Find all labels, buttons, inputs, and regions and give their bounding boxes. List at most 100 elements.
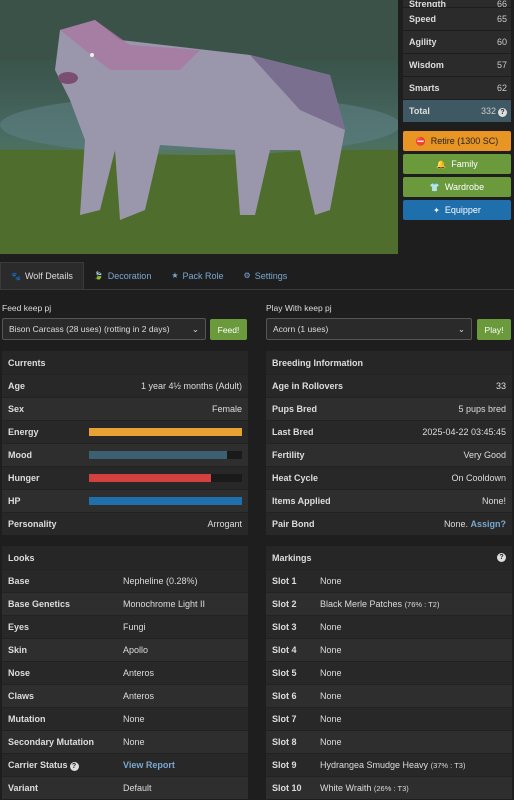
row-label: Claws xyxy=(8,691,35,701)
help-icon[interactable]: ? xyxy=(497,553,506,562)
family-button[interactable]: 🔔 Family xyxy=(403,154,511,174)
looks-row: Base Nepheline (0.28%) xyxy=(2,569,248,592)
row-label: Slot 2 xyxy=(272,599,297,609)
retire-label: Retire (1300 SC) xyxy=(430,136,499,146)
looks-panel: Looks Base Nepheline (0.28%) Base Genetic… xyxy=(2,546,248,799)
tab-settings[interactable]: ⚙ Settings xyxy=(234,262,298,289)
view-report-link[interactable]: View Report xyxy=(123,760,175,770)
stat-value: 60 xyxy=(496,37,507,47)
row-label: Hunger xyxy=(8,473,40,483)
feed-select-value: Bison Carcass (28 uses) (rotting in 2 da… xyxy=(9,324,170,334)
retire-button[interactable]: ⛔ Retire (1300 SC) xyxy=(403,131,511,151)
markings-rows: Slot 1 None Slot 2 Black Merle Patches (76… xyxy=(266,569,512,799)
tab-wolf-details[interactable]: 🐾 Wolf Details xyxy=(0,262,84,289)
row-value: None xyxy=(123,737,145,747)
stat-label: Strength xyxy=(409,0,446,8)
panel-title: Looks xyxy=(2,546,248,569)
breeding-row: Age in Rollovers 33 xyxy=(266,374,512,397)
tab-decoration[interactable]: 🍃 Decoration xyxy=(84,262,162,289)
row-value: None xyxy=(320,737,342,747)
row-value: None xyxy=(320,668,342,678)
row-label: Slot 10 xyxy=(272,783,302,793)
row-label: Pair Bond xyxy=(272,519,315,529)
row-label: Eyes xyxy=(8,622,30,632)
stat-label: Smarts xyxy=(409,83,440,93)
stat-row-strength: Strength 66 xyxy=(403,0,511,8)
wolf-image xyxy=(0,0,398,254)
help-icon[interactable]: ? xyxy=(69,761,79,771)
hp-bar-fill xyxy=(89,497,242,505)
marking-row: Slot 6 None xyxy=(266,684,512,707)
wardrobe-label: Wardrobe xyxy=(444,182,485,192)
stat-value: 62 xyxy=(496,83,507,93)
bell-icon: 🔔 xyxy=(436,159,447,169)
row-value: White Wraith xyxy=(320,783,372,793)
action-buttons: ⛔ Retire (1300 SC) 🔔 Family 👕 Wardrobe ✦ Equ… xyxy=(403,131,511,223)
shirt-icon: 👕 xyxy=(429,182,440,192)
marking-row: Slot 2 Black Merle Patches (76% : T2) xyxy=(266,592,512,615)
row-detail: (76% : T2) xyxy=(404,600,440,609)
row-label: Slot 7 xyxy=(272,714,297,724)
hp-bar xyxy=(89,497,242,505)
row-label: Slot 4 xyxy=(272,645,297,655)
play-select[interactable]: Acorn (1 uses) ⌄ xyxy=(266,318,472,340)
row-value: Hydrangea Smudge Heavy xyxy=(320,760,429,770)
feed-button[interactable]: Feed! xyxy=(210,319,247,340)
row-detail: (26% : T3) xyxy=(373,784,409,793)
tab-label: Settings xyxy=(254,270,288,281)
play-label: Play With keep pj xyxy=(266,303,332,313)
feed-select[interactable]: Bison Carcass (28 uses) (rotting in 2 da… xyxy=(2,318,206,340)
tab-pack-role[interactable]: ★ Pack Role xyxy=(161,262,233,289)
help-icon[interactable]: ? xyxy=(498,107,507,117)
row-label: Slot 3 xyxy=(272,622,297,632)
row-value: 2025-04-22 03:45:45 xyxy=(422,427,506,437)
assign-link[interactable]: Assign? xyxy=(470,519,506,529)
looks-row-variant: Variant Default xyxy=(2,776,248,799)
row-value: None xyxy=(320,576,342,586)
panel-title: Markings xyxy=(272,552,312,563)
row-label: Base Genetics xyxy=(8,599,71,609)
panel-title: Currents xyxy=(2,351,248,374)
row-label: Age in Rollovers xyxy=(272,381,344,391)
stat-label: Total xyxy=(409,106,430,116)
stat-row-speed: Speed 65 xyxy=(403,8,511,31)
panel-header: Markings? xyxy=(266,546,512,569)
row-value: None xyxy=(320,622,342,632)
marking-row: Slot 5 None xyxy=(266,661,512,684)
tab-label: Decoration xyxy=(107,270,152,281)
row-label: Pups Bred xyxy=(272,404,318,414)
wardrobe-button[interactable]: 👕 Wardrobe xyxy=(403,177,511,197)
tab-bar: 🐾 Wolf Details 🍃 Decoration ★ Pack Role ⚙ Se… xyxy=(0,262,514,290)
row-value: Anteros xyxy=(123,691,155,701)
leaf-icon: 🍃 xyxy=(93,271,104,280)
row-value: Monochrome Light II xyxy=(123,599,206,609)
row-label: Slot 8 xyxy=(272,737,297,747)
stat-label: Wisdom xyxy=(409,60,444,70)
play-button[interactable]: Play! xyxy=(477,319,511,340)
stat-row-agility: Agility 60 xyxy=(403,31,511,54)
stat-value: 57 xyxy=(496,60,507,70)
row-detail: (37% : T3) xyxy=(430,761,466,770)
currents-rows: Age 1 year 4½ months (Adult) Sex Female En… xyxy=(2,374,248,535)
sparkle-icon: ✦ xyxy=(433,205,440,215)
marking-row: Slot 3 None xyxy=(266,615,512,638)
chevron-down-icon: ⌄ xyxy=(457,323,465,334)
row-label: Skin xyxy=(8,645,28,655)
equipper-button[interactable]: ✦ Equipper xyxy=(403,200,511,220)
row-value: Apollo xyxy=(123,645,149,655)
row-value: None! xyxy=(481,496,506,506)
currents-row-hp: HP xyxy=(2,489,248,512)
retire-icon: ⛔ xyxy=(415,136,426,146)
currents-row-personality: Personality Arrogant xyxy=(2,512,248,535)
breeding-rows: Age in Rollovers 33 Pups Bred 5 pups bred … xyxy=(266,374,512,535)
row-value: Default xyxy=(123,783,152,793)
looks-row: Base Genetics Monochrome Light II xyxy=(2,592,248,615)
row-label: Slot 6 xyxy=(272,691,297,701)
row-value: 1 year 4½ months (Adult) xyxy=(140,381,242,391)
breeding-row: Last Bred 2025-04-22 03:45:45 xyxy=(266,420,512,443)
breeding-row: Pups Bred 5 pups bred xyxy=(266,397,512,420)
row-label: Mood xyxy=(8,450,32,460)
row-label: Personality xyxy=(8,519,57,529)
stat-label: Speed xyxy=(409,14,437,24)
family-label: Family xyxy=(451,159,478,169)
